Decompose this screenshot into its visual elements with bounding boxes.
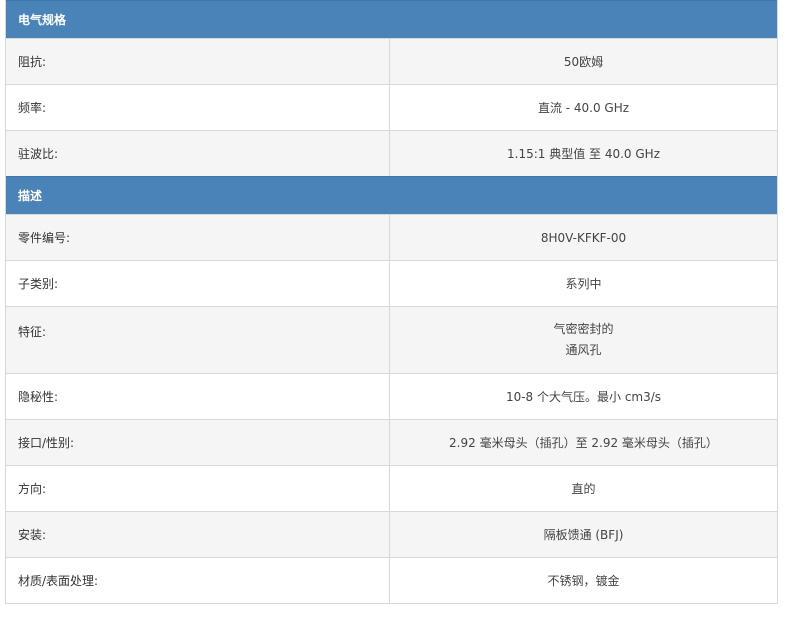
spec-row-part-number: 零件编号: 8H0V-KFKF-00 bbox=[6, 214, 777, 260]
spec-row-orientation: 方向: 直的 bbox=[6, 465, 777, 511]
spec-label: 材质/表面处理: bbox=[6, 558, 390, 603]
spec-value: 气密密封的 通风孔 bbox=[390, 307, 777, 373]
section-header-description: 描述 bbox=[6, 176, 777, 214]
spec-value: 不锈钢，镀金 bbox=[547, 574, 620, 588]
spec-label: 频率: bbox=[6, 85, 390, 130]
spec-label: 方向: bbox=[6, 466, 390, 511]
spec-row-impedance: 阻抗: 50欧姆 bbox=[6, 38, 777, 84]
feature-item: 气密密封的 bbox=[553, 322, 614, 336]
spec-label: 子类别: bbox=[6, 261, 390, 306]
spec-label: 阻抗: bbox=[6, 39, 390, 84]
feature-item: 通风孔 bbox=[565, 343, 602, 357]
spec-value: 10-8 个大气压。最小 cm3/s bbox=[505, 390, 662, 404]
spec-row-subcategory: 子类别: 系列中 bbox=[6, 260, 777, 306]
spec-value: 隔板馈通 (BFJ) bbox=[543, 528, 624, 542]
spec-label: 特征: bbox=[6, 307, 390, 373]
spec-row-material-finish: 材质/表面处理: 不锈钢，镀金 bbox=[6, 557, 777, 603]
spec-label: 安装: bbox=[6, 512, 390, 557]
spec-value: 50欧姆 bbox=[563, 55, 604, 69]
spec-label: 隐秘性: bbox=[6, 374, 390, 419]
spec-value: 8H0V-KFKF-00 bbox=[540, 230, 627, 245]
spec-value: 直的 bbox=[571, 482, 596, 496]
spec-value: 系列中 bbox=[565, 277, 602, 291]
spec-row-mounting: 安装: 隔板馈通 (BFJ) bbox=[6, 511, 777, 557]
spec-row-leak-rate: 隐秘性: 10-8 个大气压。最小 cm3/s bbox=[6, 373, 777, 419]
spec-row-interface-gender: 接口/性别: 2.92 毫米母头（插孔）至 2.92 毫米母头（插孔） bbox=[6, 419, 777, 465]
spec-row-frequency: 频率: 直流 - 40.0 GHz bbox=[6, 84, 777, 130]
spec-value: 2.92 毫米母头（插孔）至 2.92 毫米母头（插孔） bbox=[449, 436, 718, 450]
section-header-electrical-specs: 电气规格 bbox=[6, 0, 777, 38]
spec-label: 驻波比: bbox=[6, 131, 390, 176]
specifications-table: 电气规格 阻抗: 50欧姆 频率: 直流 - 40.0 GHz 驻波比: 1.1… bbox=[5, 0, 778, 604]
spec-row-features: 特征: 气密密封的 通风孔 bbox=[6, 306, 777, 373]
spec-value: 1.15:1 典型值 至 40.0 GHz bbox=[507, 147, 660, 161]
spec-label: 零件编号: bbox=[6, 215, 390, 260]
spec-row-vswr: 驻波比: 1.15:1 典型值 至 40.0 GHz bbox=[6, 130, 777, 176]
spec-label: 接口/性别: bbox=[6, 420, 390, 465]
spec-value: 直流 - 40.0 GHz bbox=[537, 101, 630, 115]
